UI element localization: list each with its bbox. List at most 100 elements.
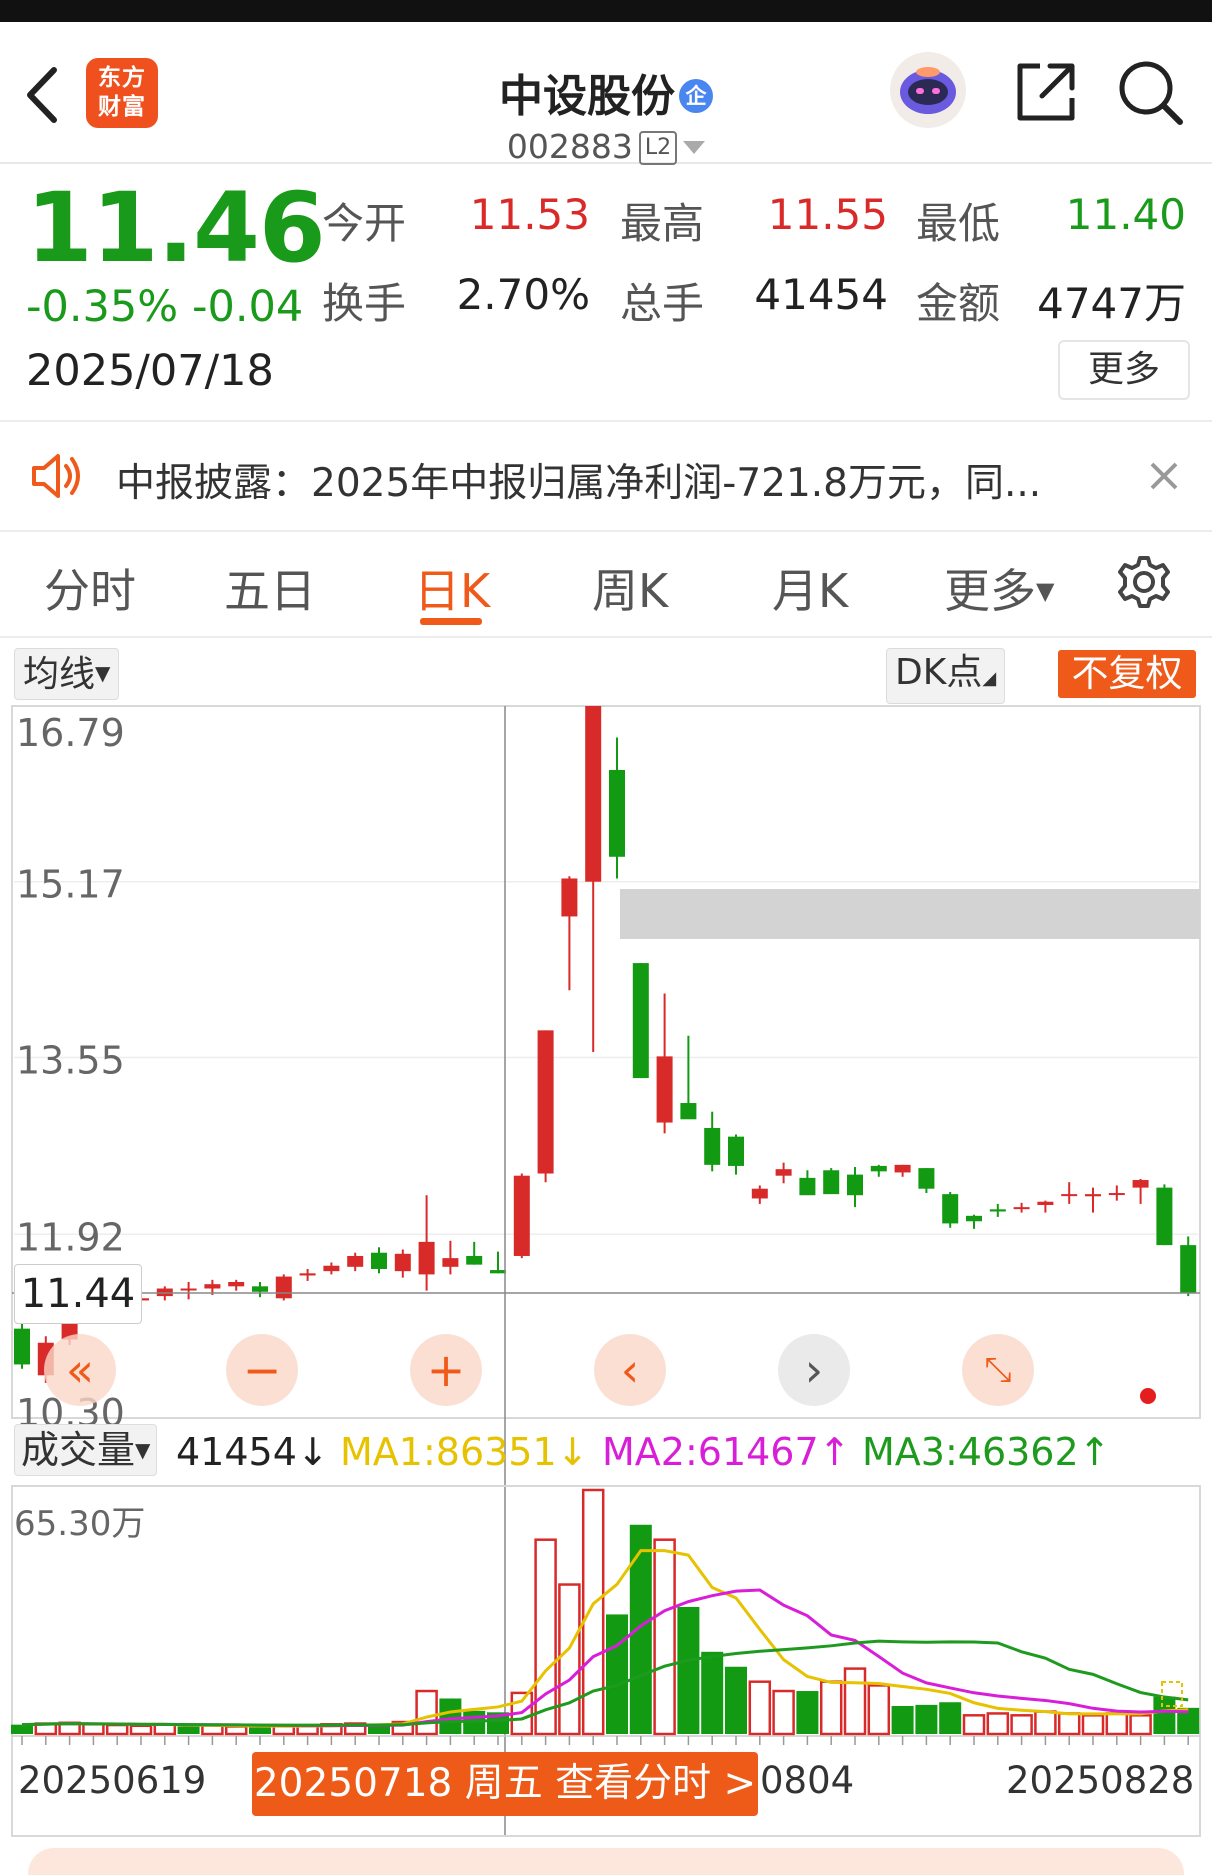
x-axis-ticks — [12, 1735, 1200, 1745]
volume-bar — [320, 1723, 343, 1736]
candle-body — [252, 1286, 268, 1292]
y-tick-label: 13.55 — [16, 1038, 125, 1082]
crosshair-date-tip[interactable]: 20250718 周五 查看分时 > — [252, 1752, 758, 1816]
volume-bar — [748, 1680, 772, 1736]
volume-bar — [201, 1724, 224, 1736]
candle-body — [918, 1168, 935, 1189]
tab-five-day[interactable]: 五日 — [224, 555, 316, 621]
candle-body — [680, 1103, 697, 1120]
volume-bar — [915, 1704, 938, 1734]
high-label: 最高 — [620, 199, 705, 248]
crosshair-price-label: 11.44 — [14, 1264, 142, 1324]
tab-intraday[interactable]: 分时 — [44, 555, 136, 621]
tab-daily-k[interactable]: 日K — [414, 555, 490, 621]
candle-body — [14, 1328, 30, 1365]
volume-bar — [272, 1724, 296, 1736]
volume-bar — [58, 1721, 81, 1736]
dropdown-icon: ▼ — [95, 661, 111, 685]
volume-bar — [843, 1667, 867, 1736]
kline-frame — [11, 705, 1201, 1419]
candle-body — [585, 706, 602, 882]
dk-point-button[interactable]: DK点◢ — [886, 648, 1006, 704]
scroll-left-button[interactable]: ‹ — [594, 1334, 666, 1406]
close-icon[interactable] — [1146, 458, 1182, 494]
y-tick-label: 11.92 — [16, 1215, 125, 1259]
candle-body — [561, 878, 578, 917]
volume-bar — [1010, 1714, 1033, 1736]
volume-bar — [487, 1712, 509, 1734]
candle-body — [418, 1241, 435, 1275]
candle-body — [966, 1215, 982, 1222]
change-percent: -0.35% — [26, 282, 179, 332]
candle-body — [1108, 1193, 1125, 1196]
volume-bar — [439, 1698, 462, 1734]
turnover-value: 2.70% — [456, 270, 590, 319]
candle-body — [1037, 1201, 1054, 1205]
volume-bars — [11, 1488, 1200, 1736]
active-tab-indicator — [420, 618, 482, 625]
settings-gear-icon[interactable] — [1114, 552, 1174, 612]
kline-grid — [14, 880, 1198, 1236]
scroll-right-button[interactable]: › — [778, 1334, 850, 1406]
fullscreen-icon[interactable]: ⤡ — [962, 1334, 1034, 1406]
stock-code[interactable]: 002883 L2 — [0, 127, 1212, 166]
tab-weekly-k[interactable]: 周K — [592, 555, 668, 621]
open-value: 11.53 — [469, 190, 590, 239]
amount-value: 4747万 — [1037, 279, 1186, 328]
more-quote-button[interactable]: 更多 — [1058, 340, 1190, 400]
candle-body — [799, 1177, 816, 1196]
stock-code-text: 002883 — [506, 127, 633, 166]
candle-body — [609, 770, 625, 857]
candle-body — [490, 1270, 506, 1274]
candle-body — [347, 1255, 364, 1267]
change-amount: -0.04 — [192, 282, 304, 332]
adjust-type-button[interactable]: 不复权 — [1058, 650, 1196, 698]
volume-bar — [153, 1723, 177, 1736]
volume-ma2: MA2:61467↑ — [602, 1430, 851, 1474]
candle-body — [847, 1174, 863, 1196]
candle-body — [775, 1169, 792, 1176]
candle-body — [394, 1253, 411, 1272]
candle-body — [371, 1252, 387, 1269]
volume-ma1: MA1:86351↓ — [340, 1430, 589, 1474]
tab-more[interactable]: 更多▼ — [944, 555, 1054, 621]
candle-body — [204, 1284, 221, 1289]
candle-body — [823, 1170, 840, 1195]
share-icon[interactable] — [1010, 56, 1082, 128]
ai-assistant-icon[interactable] — [890, 52, 966, 128]
tab-monthly-k[interactable]: 月K — [772, 555, 848, 621]
volume-bar — [581, 1488, 605, 1736]
candle-body — [1180, 1245, 1197, 1293]
volume-bar — [296, 1724, 319, 1736]
divider — [0, 636, 1212, 638]
dropdown-icon — [683, 141, 706, 154]
scroll-left-fast-button[interactable]: « — [44, 1334, 116, 1406]
candle-body — [894, 1164, 911, 1173]
top-bar: 东方 财富 中设股份企 002883 L2 — [0, 22, 1212, 166]
volume-bar — [629, 1524, 652, 1734]
notice-text[interactable]: 中报披露：2025年中报归属净利润-721.8万元，同... — [116, 452, 1041, 508]
volume-ma3-line — [21, 1639, 1189, 1727]
candle-body — [989, 1209, 1006, 1212]
search-icon[interactable] — [1114, 56, 1186, 128]
volume-bar — [34, 1722, 58, 1736]
volume-indicator-select[interactable]: 成交量▼ — [14, 1424, 158, 1476]
level2-badge: L2 — [638, 131, 678, 165]
candle-body — [632, 963, 649, 1079]
candle-body — [704, 1127, 721, 1165]
y-tick-label: 15.17 — [16, 863, 125, 907]
volume-bar — [606, 1614, 628, 1734]
volume-value: 41454 — [754, 270, 888, 319]
volume-bar — [177, 1726, 200, 1734]
zoom-in-button[interactable]: + — [410, 1334, 482, 1406]
volume-bar — [677, 1606, 700, 1734]
volume-bar — [82, 1723, 105, 1736]
volume-bar — [986, 1712, 1010, 1736]
ma-select[interactable]: 均线▼ — [14, 648, 120, 700]
volume-bar — [224, 1725, 248, 1736]
zoom-out-button[interactable]: − — [226, 1334, 298, 1406]
volume-bar — [701, 1651, 724, 1734]
amount-label: 金额 — [916, 279, 1001, 328]
volume-bar — [534, 1538, 557, 1736]
volume-bar — [105, 1723, 129, 1736]
